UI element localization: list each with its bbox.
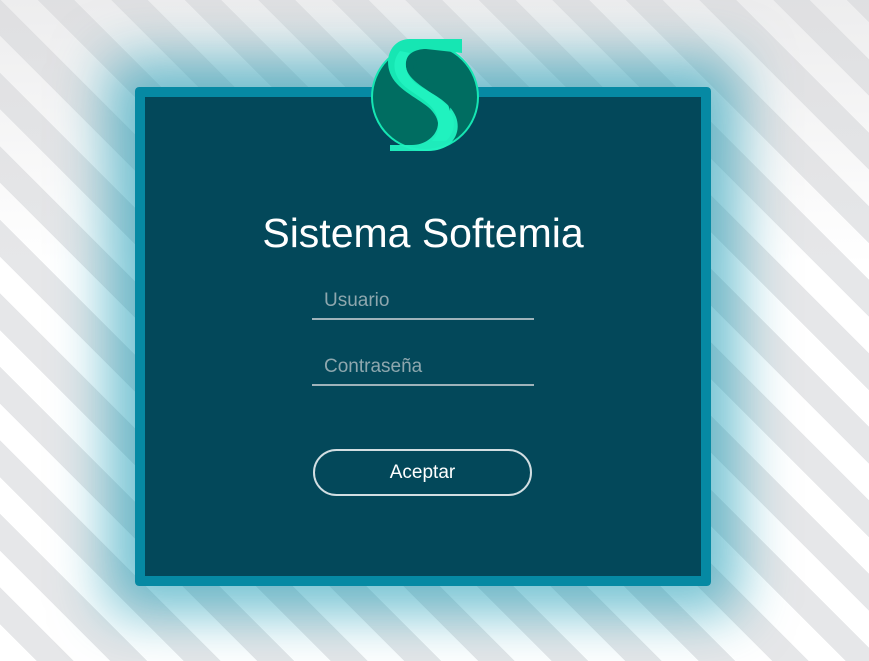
login-panel: Sistema Softemia Aceptar (145, 97, 701, 576)
login-card: Sistema Softemia Aceptar (135, 87, 711, 586)
accept-button[interactable]: Aceptar (313, 449, 532, 496)
page-title: Sistema Softemia (262, 210, 584, 256)
softemia-s-logo-icon (370, 37, 481, 153)
password-input[interactable] (312, 350, 534, 386)
username-input[interactable] (312, 284, 534, 320)
